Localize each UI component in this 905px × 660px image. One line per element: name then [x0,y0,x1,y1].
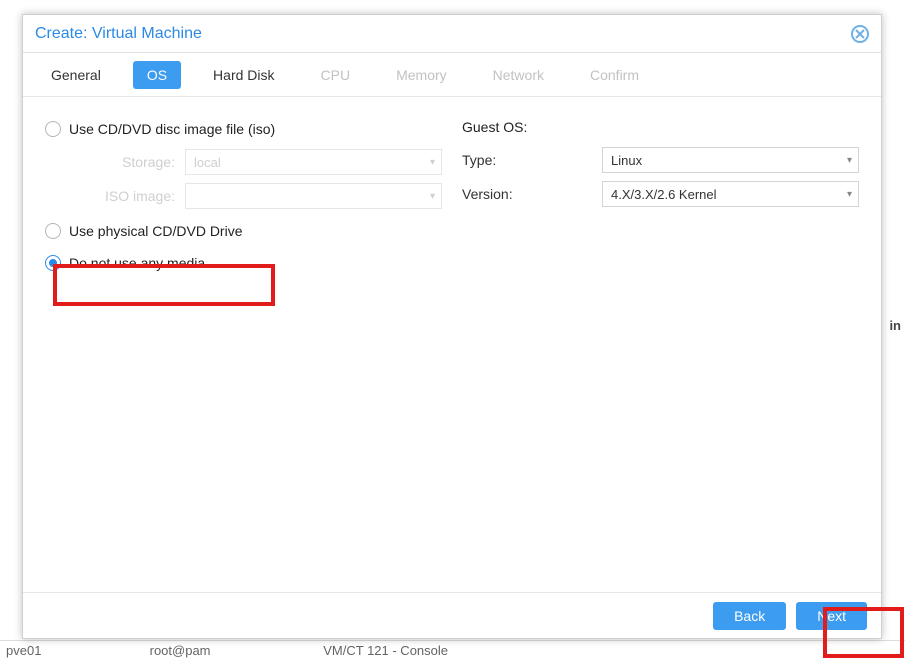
dialog-footer: Back Next [23,592,881,638]
radio-icon [45,121,61,137]
close-icon[interactable] [851,25,869,43]
radio-no-media-label: Do not use any media [69,255,205,271]
next-button[interactable]: Next [796,602,867,630]
create-vm-dialog: Create: Virtual Machine General OS Hard … [22,14,882,639]
tab-hard-disk[interactable]: Hard Disk [199,61,288,89]
isoimage-label: ISO image: [45,188,185,204]
guest-type-select[interactable]: Linux ▾ [602,147,859,173]
guest-version-row: Version: 4.X/3.X/2.6 Kernel ▾ [462,179,859,209]
radio-icon [45,255,61,271]
status-bar: pve01 root@pam VM/CT 121 - Console [0,640,905,660]
guest-os-heading: Guest OS: [462,119,859,135]
tab-cpu: CPU [307,61,365,89]
dialog-title: Create: Virtual Machine [35,25,202,43]
guest-type-label: Type: [462,152,602,168]
radio-use-iso[interactable]: Use CD/DVD disc image file (iso) [45,115,442,143]
radio-physical-label: Use physical CD/DVD Drive [69,223,242,239]
guest-type-row: Type: Linux ▾ [462,145,859,175]
guest-type-value: Linux [611,153,642,168]
storage-select: local ▾ [185,149,442,175]
chevron-down-icon: ▾ [430,157,435,168]
storage-row: Storage: local ▾ [45,147,442,177]
tab-confirm: Confirm [576,61,653,89]
dialog-body: Use CD/DVD disc image file (iso) Storage… [23,97,881,299]
back-button[interactable]: Back [713,602,786,630]
isoimage-select: ▾ [185,183,442,209]
tab-general[interactable]: General [37,61,115,89]
wizard-tabs: General OS Hard Disk CPU Memory Network … [23,53,881,97]
storage-value: local [194,155,221,170]
status-user: root@pam [150,641,320,660]
bg-text: in [889,318,901,333]
guest-version-value: 4.X/3.X/2.6 Kernel [611,187,717,202]
radio-physical-drive[interactable]: Use physical CD/DVD Drive [45,217,442,245]
isoimage-row: ISO image: ▾ [45,181,442,211]
guest-version-label: Version: [462,186,602,202]
radio-use-iso-label: Use CD/DVD disc image file (iso) [69,121,275,137]
guest-os-column: Guest OS: Type: Linux ▾ Version: 4.X/3.X… [462,115,859,281]
chevron-down-icon: ▾ [847,155,852,166]
guest-version-select[interactable]: 4.X/3.X/2.6 Kernel ▾ [602,181,859,207]
tab-os[interactable]: OS [133,61,181,89]
storage-label: Storage: [45,154,185,170]
status-task: VM/CT 121 - Console [323,641,448,660]
status-pve: pve01 [6,641,146,660]
bg-left-panel [0,0,22,660]
tab-network: Network [479,61,558,89]
chevron-down-icon: ▾ [430,191,435,202]
radio-icon [45,223,61,239]
media-column: Use CD/DVD disc image file (iso) Storage… [45,115,442,281]
tab-memory: Memory [382,61,461,89]
dialog-header: Create: Virtual Machine [23,15,881,53]
radio-no-media[interactable]: Do not use any media [45,249,442,277]
chevron-down-icon: ▾ [847,189,852,200]
bg-right-panel: in [885,0,905,660]
